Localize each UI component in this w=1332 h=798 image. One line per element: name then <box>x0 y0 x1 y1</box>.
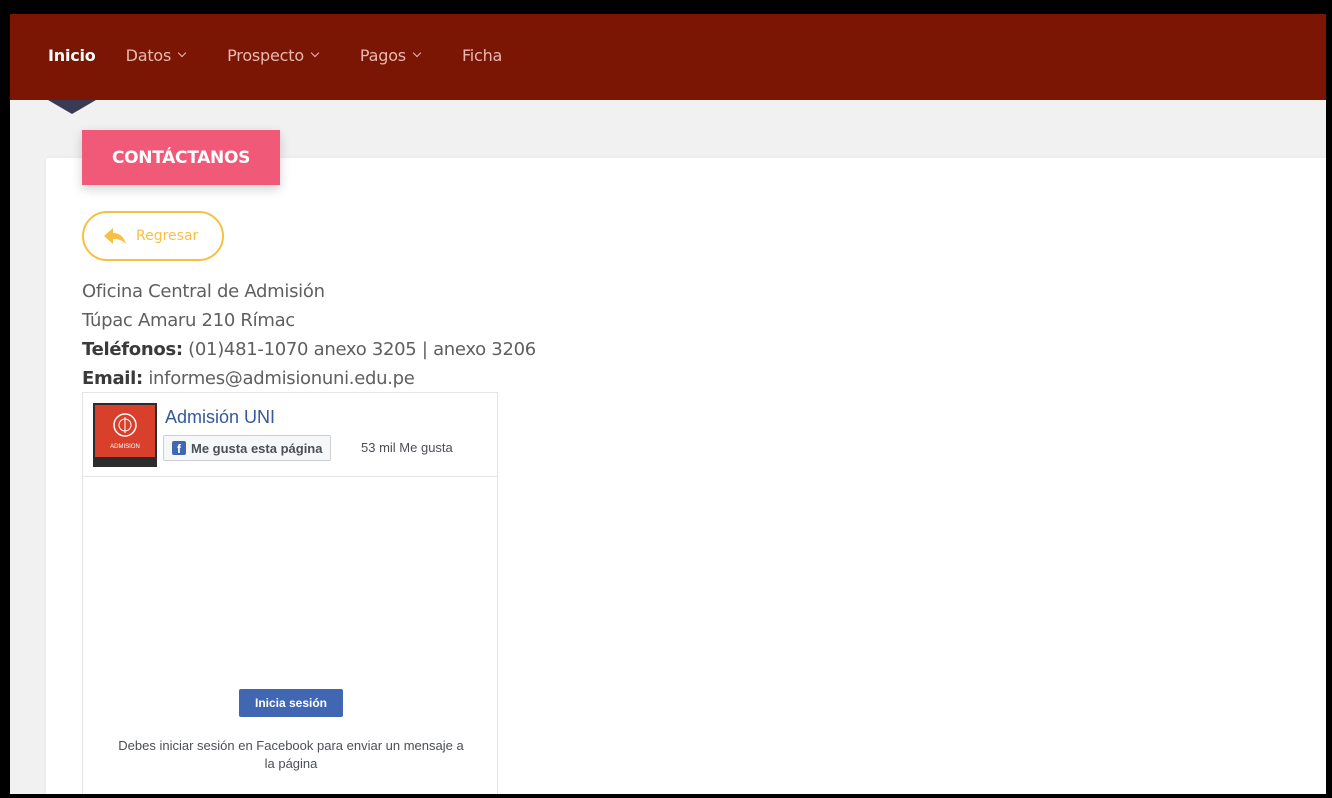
main-navbar: Inicio Datos Prospecto Pagos Ficha <box>10 14 1326 100</box>
facebook-login-message: Debes iniciar sesión en Facebook para en… <box>118 738 464 771</box>
chevron-down-icon <box>310 48 320 58</box>
email-label: Email: <box>82 368 143 389</box>
facebook-widget-header: ADMISION Admisión UNI f Me gusta esta pá… <box>83 393 497 477</box>
facebook-like-button[interactable]: f Me gusta esta página <box>163 435 332 461</box>
facebook-page-title[interactable]: Admisión UNI <box>165 407 275 428</box>
nav-item-pagos[interactable]: Pagos <box>359 45 422 65</box>
likes-count: 53 mil Me gusta <box>361 440 453 455</box>
facebook-login-button[interactable]: Inicia sesión <box>239 689 343 717</box>
nav-item-label: Ficha <box>461 45 503 65</box>
phones-label: Teléfonos: <box>82 339 183 360</box>
nav-item-label: Datos <box>125 45 172 65</box>
nav-item-inicio[interactable]: Inicio <box>48 46 96 65</box>
chevron-down-icon <box>412 48 422 58</box>
phones-value: (01)481-1070 anexo 3205 | anexo 3206 <box>182 339 536 360</box>
email-value: informes@admisionuni.edu.pe <box>142 368 415 389</box>
contact-tab-header: CONTÁCTANOS <box>82 130 280 185</box>
nav-item-ficha[interactable]: Ficha <box>462 46 502 65</box>
facebook-icon: f <box>172 441 186 455</box>
office-name: Oficina Central de Admisión <box>82 281 325 302</box>
contact-info: Oficina Central de Admisión Túpac Amaru … <box>82 277 536 393</box>
facebook-page-widget: ADMISION Admisión UNI f Me gusta esta pá… <box>82 392 498 794</box>
nav-item-prospecto[interactable]: Prospecto <box>227 45 320 65</box>
chevron-down-icon <box>177 48 187 58</box>
nav-item-label: Inicio <box>48 45 96 65</box>
admision-uni-logo[interactable]: ADMISION <box>93 403 157 467</box>
active-nav-indicator <box>48 100 96 114</box>
back-button-label: Regresar <box>136 228 199 244</box>
like-button-label: Me gusta esta página <box>191 440 323 456</box>
nav-item-label: Pagos <box>359 45 406 65</box>
back-button[interactable]: Regresar <box>82 211 224 261</box>
nav-item-datos[interactable]: Datos <box>125 45 187 65</box>
browser-viewport: Inicio Datos Prospecto Pagos Ficha CONTÁ… <box>10 14 1326 794</box>
nav-item-label: Prospecto <box>227 45 304 65</box>
office-address: Túpac Amaru 210 Rímac <box>82 310 295 331</box>
phones-line: Teléfonos: (01)481-1070 anexo 3205 | ane… <box>82 335 536 364</box>
university-seal-icon: ADMISION <box>95 413 155 465</box>
email-line: Email: informes@admisionuni.edu.pe <box>82 364 536 393</box>
logo-text: ADMISION <box>110 444 140 450</box>
reply-arrow-icon <box>104 228 126 244</box>
